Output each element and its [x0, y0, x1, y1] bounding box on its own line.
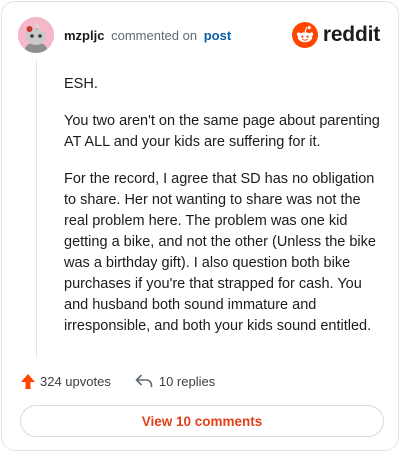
view-comments-button[interactable]: View 10 comments	[20, 405, 384, 437]
reddit-logo-icon	[291, 22, 318, 48]
replies-button[interactable]: 10 replies	[135, 374, 215, 389]
replies-count: 10 replies	[158, 373, 216, 389]
comment-paragraph: ESH.	[64, 76, 98, 92]
upvote-arrow-icon	[21, 373, 35, 389]
username-link[interactable]: mzpljc	[64, 28, 104, 43]
comment-card: mzpljc commented on post reddit ESH. You…	[1, 1, 399, 451]
upvote-button[interactable]: 324 upvotes	[20, 373, 111, 390]
comment-actions: 324 upvotes 10 replies	[20, 370, 215, 392]
comment-paragraph: You two aren't on the same page about pa…	[64, 113, 380, 150]
comment-header: mzpljc commented on post reddit	[18, 17, 382, 53]
reply-arrow-icon	[135, 374, 153, 388]
post-link[interactable]: post	[204, 28, 231, 43]
reddit-brand[interactable]: reddit	[291, 21, 380, 49]
comment-paragraph: For the record, I agree that SD has no o…	[64, 171, 376, 334]
reddit-wordmark: reddit	[322, 23, 380, 46]
user-avatar[interactable]	[18, 17, 54, 53]
thread-line[interactable]	[36, 60, 37, 358]
comment-byline: mzpljc commented on post	[64, 28, 231, 43]
commented-on-text: commented on	[111, 28, 198, 43]
snoo-avatar-icon	[18, 17, 54, 53]
upvote-count: 324 upvotes	[40, 373, 111, 389]
comment-body: ESH. You two aren't on the same page abo…	[64, 74, 382, 353]
